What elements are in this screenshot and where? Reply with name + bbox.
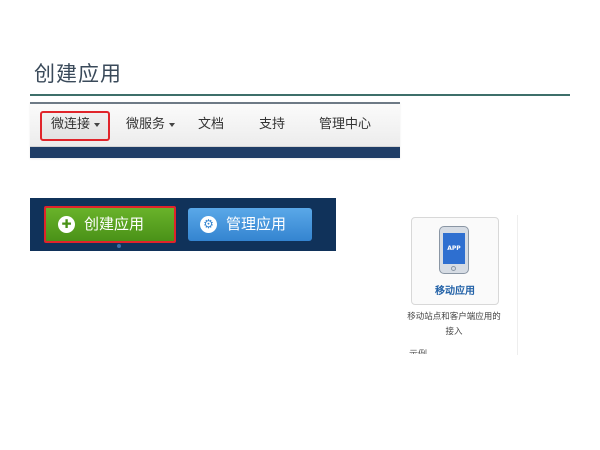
- app-card-description: 移动站点和客户端应用的接入: [407, 312, 501, 337]
- mobile-phone-icon: APP: [439, 226, 469, 274]
- create-app-label: 创建应用: [84, 215, 145, 233]
- manage-app-button[interactable]: ⚙ 管理应用: [188, 208, 312, 241]
- mobile-app-tile[interactable]: APP 移动应用: [411, 217, 499, 305]
- navbar-screenshot: 微连接 微服务 文档 支持 管理中心: [30, 102, 400, 158]
- nav-item-label: 支持: [259, 117, 286, 132]
- app-badge: APP: [443, 233, 465, 264]
- title-divider: [30, 94, 570, 96]
- create-app-button[interactable]: ✚ 创建应用: [44, 206, 176, 243]
- nav-item-weifuwu[interactable]: 微服务: [126, 104, 176, 146]
- nav-item-weilianjie[interactable]: 微连接: [51, 104, 101, 146]
- nav-item-label: 文档: [198, 117, 225, 132]
- manage-app-label: 管理应用: [226, 215, 287, 233]
- indicator-dot: [117, 244, 121, 248]
- phone-home-button: [451, 266, 456, 271]
- navbar-bottom-bar: [30, 147, 400, 158]
- caret-down-icon: [169, 122, 176, 127]
- nav-item-zhichi[interactable]: 支持: [259, 104, 285, 146]
- puzzle-icon: ✚: [58, 216, 75, 233]
- mobile-app-card-screenshot: APP 移动应用 移动站点和客户端应用的接入 示例: [405, 215, 518, 355]
- truncated-text: 示例: [409, 349, 449, 354]
- nav-item-label: 微服务: [126, 117, 166, 132]
- slide: 创建应用 微连接 微服务 文档 支持 管理中心 ✚ 创建应用 ⚙ 管理应用 AP…: [0, 0, 600, 450]
- nav-item-guanlizhongxin[interactable]: 管理中心: [319, 104, 371, 146]
- nav-item-label: 微连接: [51, 117, 91, 132]
- app-buttons-screenshot: ✚ 创建应用 ⚙ 管理应用: [30, 198, 336, 251]
- nav-item-label: 管理中心: [319, 117, 372, 132]
- gear-icon: ⚙: [200, 216, 217, 233]
- slide-title: 创建应用: [34, 62, 122, 86]
- caret-down-icon: [94, 122, 101, 127]
- nav-item-wendang[interactable]: 文档: [198, 104, 224, 146]
- app-card-title: 移动应用: [435, 286, 475, 297]
- top-navbar: 微连接 微服务 文档 支持 管理中心: [30, 104, 400, 147]
